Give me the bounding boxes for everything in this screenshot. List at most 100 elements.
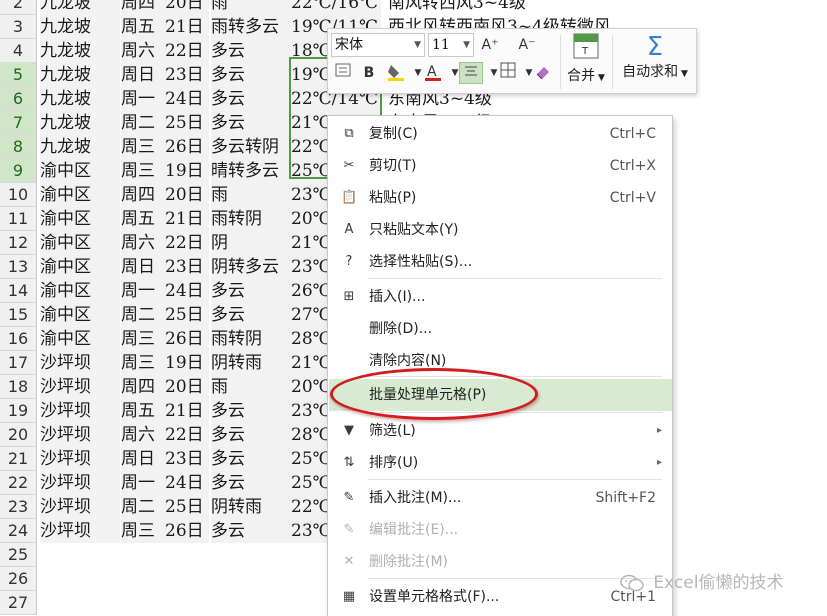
menu-item-选择性粘贴S[interactable]: ? 选择性粘贴(S)...: [329, 246, 672, 278]
row-header[interactable]: 3: [0, 15, 37, 39]
font-color-button[interactable]: A: [422, 62, 444, 84]
table-cell[interactable]: 周六: [121, 423, 165, 447]
bold-button[interactable]: B: [358, 62, 380, 84]
table-cell[interactable]: 雨转阴: [211, 207, 291, 231]
row-header[interactable]: 25: [0, 543, 37, 567]
table-cell[interactable]: 22日: [165, 423, 209, 447]
table-cell[interactable]: 22日: [165, 39, 209, 63]
table-cell[interactable]: 九龙坡: [40, 39, 120, 63]
table-cell[interactable]: [40, 543, 120, 567]
merge-button[interactable]: T 合并 ▼: [564, 33, 608, 91]
table-cell[interactable]: [40, 591, 120, 615]
table-cell[interactable]: [40, 567, 120, 591]
table-cell[interactable]: 周三: [121, 135, 165, 159]
menu-item-插入I[interactable]: ⊞ 插入(I)...: [329, 281, 672, 313]
table-cell[interactable]: 沙坪坝: [40, 471, 120, 495]
table-cell[interactable]: 九龙坡: [40, 0, 120, 15]
grow-font-button[interactable]: A⁺: [479, 34, 501, 56]
menu-item-复制C[interactable]: ⧉ 复制(C) Ctrl+C: [329, 118, 672, 150]
table-cell[interactable]: 九龙坡: [40, 63, 120, 87]
table-cell[interactable]: 沙坪坝: [40, 351, 120, 375]
table-row[interactable]: 2 九龙坡 周四 20日雨 22℃/16℃ 南风转西风3~4级: [0, 0, 827, 15]
table-cell[interactable]: 周五: [121, 207, 165, 231]
menu-item-只粘贴文本Y[interactable]: A 只粘贴文本(Y): [329, 214, 672, 246]
border-style-icon[interactable]: [332, 62, 354, 84]
table-cell[interactable]: 19日: [165, 159, 209, 183]
table-cell[interactable]: 渝中区: [40, 159, 120, 183]
table-cell[interactable]: 沙坪坝: [40, 375, 120, 399]
table-cell[interactable]: 雨: [211, 0, 291, 15]
table-cell[interactable]: 雨: [211, 375, 291, 399]
table-cell[interactable]: 周一: [121, 87, 165, 111]
row-header[interactable]: 4: [0, 39, 37, 63]
row-header[interactable]: 20: [0, 423, 37, 447]
table-cell[interactable]: 23日: [165, 255, 209, 279]
table-cell[interactable]: 21日: [165, 15, 209, 39]
table-cell[interactable]: 19日: [165, 351, 209, 375]
table-cell[interactable]: 周六: [121, 39, 165, 63]
table-cell[interactable]: 周三: [121, 519, 165, 543]
table-cell[interactable]: 多云: [211, 303, 291, 327]
table-cell[interactable]: [211, 591, 291, 615]
fill-color-button[interactable]: [385, 62, 407, 84]
table-cell[interactable]: 南风转西风3~4级: [388, 0, 827, 15]
table-cell[interactable]: 周三: [121, 327, 165, 351]
table-cell[interactable]: 周一: [121, 471, 165, 495]
row-header[interactable]: 15: [0, 303, 37, 327]
font-size-select[interactable]: 11 ▼: [428, 33, 474, 57]
table-cell[interactable]: 多云转阴: [211, 135, 291, 159]
table-cell[interactable]: 周六: [121, 231, 165, 255]
table-cell[interactable]: 周日: [121, 63, 165, 87]
table-cell[interactable]: 周五: [121, 15, 165, 39]
table-cell[interactable]: 周二: [121, 495, 165, 519]
table-cell[interactable]: 渝中区: [40, 183, 120, 207]
table-cell[interactable]: 渝中区: [40, 207, 120, 231]
autosum-button[interactable]: Σ 自动求和 ▼: [615, 33, 695, 91]
table-cell[interactable]: 九龙坡: [40, 111, 120, 135]
table-cell[interactable]: 26日: [165, 327, 209, 351]
table-cell[interactable]: 渝中区: [40, 255, 120, 279]
row-header[interactable]: 6: [0, 87, 37, 111]
table-cell[interactable]: [211, 567, 291, 591]
row-header[interactable]: 23: [0, 495, 37, 519]
table-cell[interactable]: 沙坪坝: [40, 519, 120, 543]
table-cell[interactable]: 周四: [121, 375, 165, 399]
menu-item-插入批注M[interactable]: ✎ 插入批注(M)... Shift+F2: [329, 482, 672, 514]
row-header[interactable]: 24: [0, 519, 37, 543]
menu-item-剪切T[interactable]: ✂ 剪切(T) Ctrl+X: [329, 150, 672, 182]
table-cell[interactable]: 阴: [211, 231, 291, 255]
table-cell[interactable]: 23日: [165, 63, 209, 87]
table-cell[interactable]: 多云: [211, 399, 291, 423]
row-header[interactable]: 17: [0, 351, 37, 375]
row-header[interactable]: 13: [0, 255, 37, 279]
table-cell[interactable]: 周二: [121, 303, 165, 327]
table-cell[interactable]: 阴转雨: [211, 495, 291, 519]
table-cell[interactable]: 22℃/16℃: [291, 0, 381, 15]
table-cell[interactable]: 24日: [165, 279, 209, 303]
font-name-select[interactable]: 宋体 ▼: [331, 33, 425, 57]
table-cell[interactable]: 23日: [165, 447, 209, 471]
table-cell[interactable]: 雨转多云: [211, 15, 291, 39]
table-cell[interactable]: 多云: [211, 471, 291, 495]
table-cell[interactable]: 24日: [165, 471, 209, 495]
row-header[interactable]: 16: [0, 327, 37, 351]
table-cell[interactable]: 25日: [165, 303, 209, 327]
table-cell[interactable]: 25日: [165, 111, 209, 135]
table-cell[interactable]: 25日: [165, 495, 209, 519]
menu-item-编辑批注E[interactable]: ✎ 编辑批注(E)...: [329, 514, 672, 546]
table-cell[interactable]: [165, 543, 209, 567]
table-cell[interactable]: 九龙坡: [40, 15, 120, 39]
table-cell[interactable]: [121, 543, 165, 567]
table-cell[interactable]: 沙坪坝: [40, 399, 120, 423]
table-cell[interactable]: 多云: [211, 279, 291, 303]
shrink-font-button[interactable]: A⁻: [516, 34, 538, 56]
table-cell[interactable]: 多云: [211, 63, 291, 87]
table-cell[interactable]: 周四: [121, 0, 165, 15]
table-cell[interactable]: 沙坪坝: [40, 423, 120, 447]
table-cell[interactable]: 多云: [211, 111, 291, 135]
borders-button[interactable]: [497, 62, 519, 84]
table-cell[interactable]: 沙坪坝: [40, 447, 120, 471]
row-header[interactable]: 18: [0, 375, 37, 399]
table-cell[interactable]: 21日: [165, 207, 209, 231]
table-cell[interactable]: 九龙坡: [40, 135, 120, 159]
